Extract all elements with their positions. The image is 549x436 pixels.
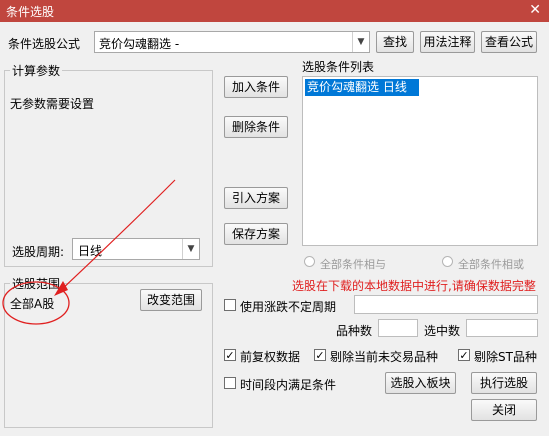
annotation-circle xyxy=(2,281,70,325)
annotation-arrow-line xyxy=(59,179,176,292)
annotation-overlay xyxy=(2,179,176,325)
